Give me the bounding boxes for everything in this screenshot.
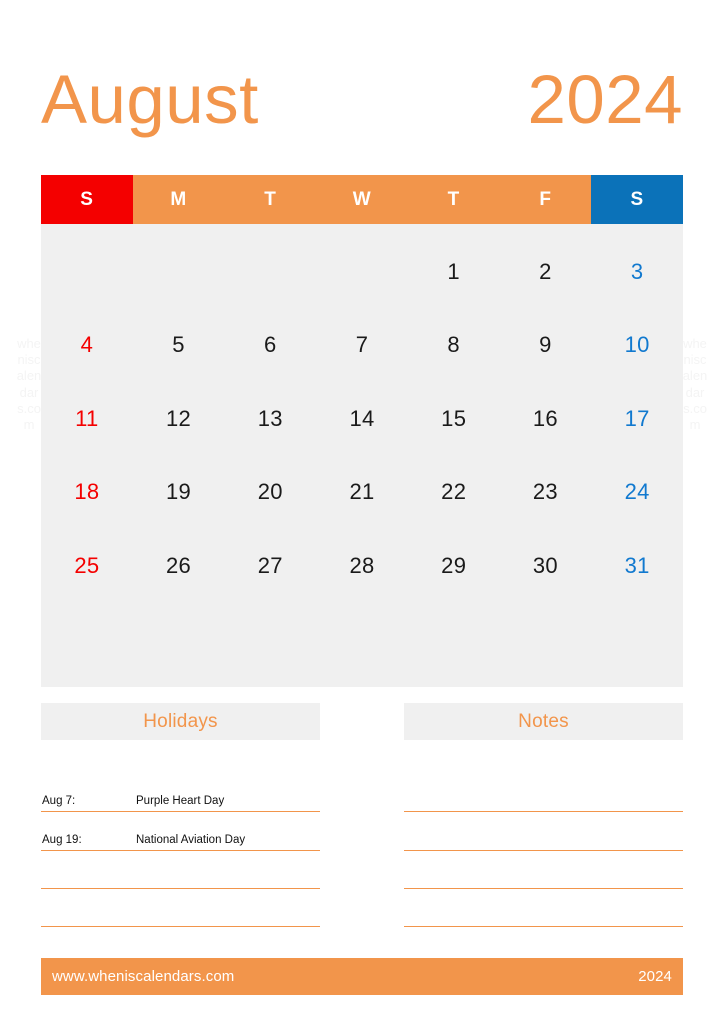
weekday-header-3: W — [316, 175, 408, 224]
day-cell-empty — [316, 235, 408, 309]
day-cell[interactable]: 10 — [591, 309, 683, 383]
calendar-page: wheniscalendars.com wheniscalendars.com … — [0, 0, 724, 1024]
footer-url[interactable]: www.wheniscalendars.com — [52, 968, 234, 985]
weekday-header-5: F — [499, 175, 592, 224]
holiday-name: Purple Heart Day — [136, 795, 225, 808]
day-cell-empty — [133, 603, 225, 677]
day-cell[interactable]: 18 — [41, 456, 133, 530]
day-cell[interactable]: 16 — [500, 382, 592, 456]
day-cell[interactable]: 31 — [591, 529, 683, 603]
week-row: 18 19 20 21 22 23 24 — [41, 456, 683, 530]
holidays-title: Holidays — [143, 710, 218, 732]
calendar-days-body: 1 2 3 4 5 6 7 8 9 10 11 12 13 14 15 16 17 18 19 20 21 22 23 24 2… — [41, 224, 683, 687]
weekday-header-4: T — [407, 175, 500, 224]
calendar-grid: SMTWTFS 1 2 3 4 5 6 7 8 9 10 11 12 13 14 15 16 17 18 19 20 2… — [41, 175, 683, 687]
weekday-header-6: S — [591, 175, 683, 224]
day-cell[interactable]: 4 — [41, 309, 133, 383]
day-cell[interactable]: 12 — [133, 382, 225, 456]
weekday-header-1: M — [132, 175, 225, 224]
day-cell[interactable]: 28 — [316, 529, 408, 603]
day-cell-empty — [133, 235, 225, 309]
day-cell[interactable]: 23 — [500, 456, 592, 530]
notes-row[interactable] — [404, 889, 683, 928]
weekday-header-2: T — [224, 175, 317, 224]
notes-row[interactable] — [404, 851, 683, 889]
holiday-row[interactable]: Aug 19: National Aviation Day — [41, 812, 320, 851]
watermark-left: wheniscalendars.com — [16, 336, 42, 433]
week-row: 4 5 6 7 8 9 10 — [41, 309, 683, 383]
notes-panel: Notes — [404, 703, 683, 966]
day-cell[interactable]: 15 — [408, 382, 500, 456]
day-cell-empty — [408, 603, 500, 677]
day-cell[interactable]: 9 — [500, 309, 592, 383]
holidays-panel: Holidays Aug 7: Purple Heart Day Aug 19: Na… — [41, 703, 320, 966]
day-cell[interactable]: 21 — [316, 456, 408, 530]
day-cell[interactable]: 5 — [133, 309, 225, 383]
holiday-row[interactable]: Aug 7: Purple Heart Day — [41, 774, 320, 813]
notes-title: Notes — [518, 710, 569, 732]
holiday-row[interactable] — [41, 889, 320, 928]
notes-lines — [404, 774, 683, 966]
day-cell[interactable]: 30 — [500, 529, 592, 603]
title-month: August — [41, 61, 259, 138]
weekday-header-row: SMTWTFS — [41, 175, 683, 224]
day-cell[interactable]: 11 — [41, 382, 133, 456]
day-cell-empty — [500, 603, 592, 677]
day-cell-empty — [591, 603, 683, 677]
week-row: 11 12 13 14 15 16 17 — [41, 382, 683, 456]
week-row: 123 — [41, 235, 683, 309]
day-cell-empty — [224, 603, 316, 677]
day-cell[interactable]: 13 — [224, 382, 316, 456]
holidays-header: Holidays — [41, 703, 320, 740]
day-cell[interactable]: 29 — [408, 529, 500, 603]
day-cell[interactable]: 19 — [133, 456, 225, 530]
day-cell-empty — [41, 603, 133, 677]
day-cell[interactable]: 24 — [591, 456, 683, 530]
day-cell-empty — [224, 235, 316, 309]
holiday-row[interactable] — [41, 851, 320, 889]
day-cell[interactable]: 7 — [316, 309, 408, 383]
day-cell-empty — [316, 603, 408, 677]
day-cell-empty — [41, 235, 133, 309]
page-title: August 2024 — [41, 57, 683, 143]
notes-row[interactable] — [404, 812, 683, 851]
day-cell[interactable]: 8 — [408, 309, 500, 383]
day-cell[interactable]: 22 — [408, 456, 500, 530]
day-cell[interactable]: 25 — [41, 529, 133, 603]
week-row — [41, 603, 683, 677]
notes-row[interactable] — [404, 774, 683, 813]
holiday-name: National Aviation Day — [136, 833, 246, 846]
day-cell[interactable]: 6 — [224, 309, 316, 383]
holiday-date: Aug 19: — [42, 833, 82, 846]
weekday-header-0: S — [41, 175, 133, 224]
holidays-lines: Aug 7: Purple Heart Day Aug 19: National Av… — [41, 774, 320, 966]
notes-header: Notes — [404, 703, 683, 740]
watermark-right: wheniscalendars.com — [682, 336, 708, 433]
day-cell[interactable]: 3 — [591, 235, 683, 309]
day-cell[interactable]: 14 — [316, 382, 408, 456]
title-year: 2024 — [527, 61, 683, 138]
day-cell[interactable]: 27 — [224, 529, 316, 603]
day-cell[interactable]: 2 — [500, 235, 592, 309]
week-row: 25 26 27 28 29 30 31 — [41, 529, 683, 603]
footer-bar: www.wheniscalendars.com 2024 — [41, 958, 683, 995]
footer-year: 2024 — [638, 968, 672, 985]
day-cell[interactable]: 17 — [591, 382, 683, 456]
day-cell[interactable]: 1 — [408, 235, 500, 309]
holiday-date: Aug 7: — [42, 795, 76, 808]
day-cell[interactable]: 20 — [224, 456, 316, 530]
day-cell[interactable]: 26 — [133, 529, 225, 603]
